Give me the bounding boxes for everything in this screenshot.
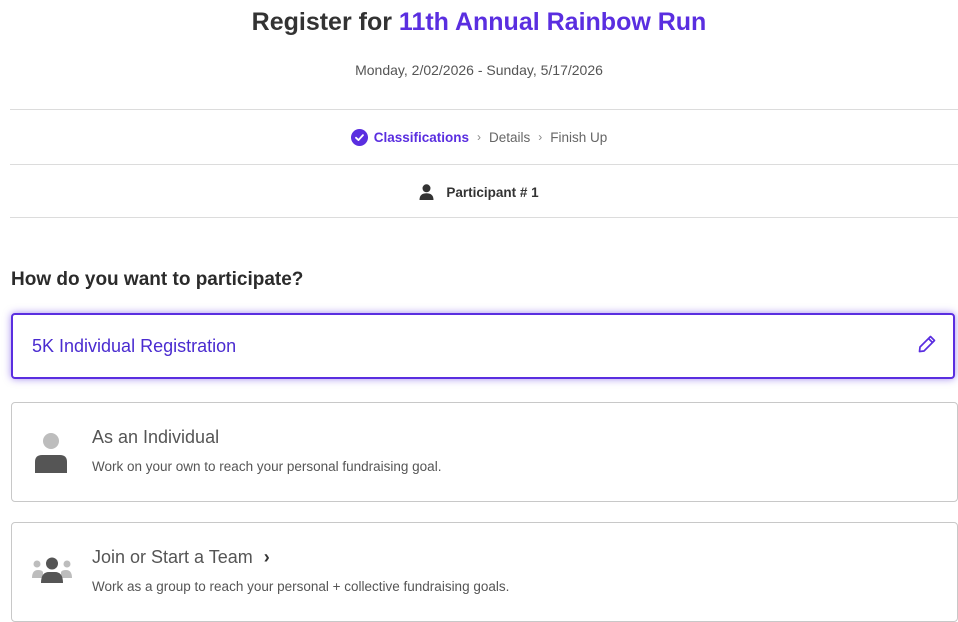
divider xyxy=(10,164,958,165)
event-dates: Monday, 2/02/2026 - Sunday, 5/17/2026 xyxy=(355,62,603,78)
step-finish-up: Finish Up xyxy=(550,129,608,145)
option-title: Join or Start a Team › xyxy=(92,547,270,568)
group-icon xyxy=(32,557,72,590)
pencil-icon[interactable] xyxy=(917,334,937,359)
step-details: Details xyxy=(489,129,531,145)
participant-label: Participant # 1 xyxy=(446,184,539,200)
page-title: Register for 11th Annual Rainbow Run xyxy=(0,8,958,37)
selected-classification[interactable]: 5K Individual Registration xyxy=(11,313,955,379)
step-separator: › xyxy=(477,130,481,144)
selected-classification-label: 5K Individual Registration xyxy=(32,335,237,356)
participation-question: How do you want to participate? xyxy=(11,269,304,290)
team-option[interactable]: Join or Start a Team › Work as a group t… xyxy=(11,522,958,622)
participant-header: Participant # 1 xyxy=(0,181,958,203)
option-description: Work as a group to reach your personal +… xyxy=(92,579,510,594)
divider xyxy=(10,217,958,218)
option-title: As an Individual xyxy=(92,427,220,447)
step-classifications: Classifications xyxy=(373,129,469,145)
title-prefix: Register for xyxy=(251,8,392,36)
divider xyxy=(10,109,958,110)
option-title-text: Join or Start a Team xyxy=(92,547,253,567)
event-name: 11th Annual Rainbow Run xyxy=(398,8,707,36)
progress-steps: Classifications › Details › Finish Up xyxy=(0,127,958,147)
step-separator: › xyxy=(538,130,543,144)
chevron-right-icon: › xyxy=(263,547,270,567)
check-circle-icon xyxy=(350,128,368,146)
person-icon xyxy=(34,433,68,478)
user-icon xyxy=(419,184,434,200)
option-description: Work on your own to reach your personal … xyxy=(92,459,442,474)
individual-option[interactable]: As an Individual Work on your own to rea… xyxy=(11,402,958,502)
